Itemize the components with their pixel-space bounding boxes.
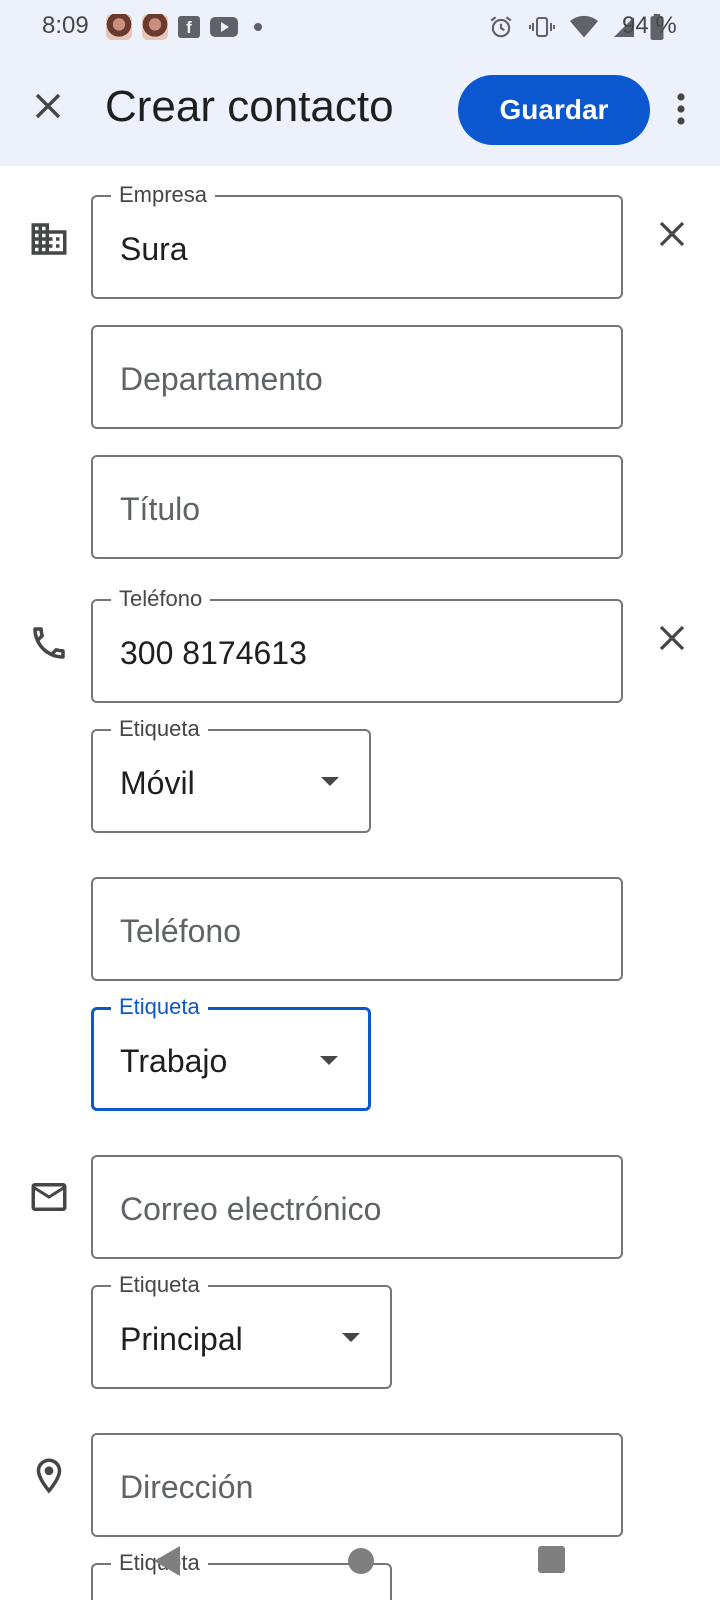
more-vert-icon bbox=[677, 93, 685, 125]
close-button[interactable] bbox=[28, 86, 68, 126]
phone-type-label: Etiqueta bbox=[111, 716, 208, 742]
address-field[interactable]: Dirección bbox=[91, 1433, 623, 1537]
phone-2-type-value: Trabajo bbox=[120, 1043, 228, 1079]
phone-type-value: Móvil bbox=[120, 765, 195, 801]
remove-phone-button[interactable] bbox=[652, 618, 692, 658]
email-field[interactable]: Correo electrónico bbox=[91, 1155, 623, 1259]
notification-icons: f bbox=[106, 14, 262, 40]
company-label: Empresa bbox=[111, 182, 216, 208]
app-bar: Crear contacto Guardar bbox=[0, 56, 720, 166]
phone-label: Teléfono bbox=[111, 586, 211, 612]
avatar-icon bbox=[106, 14, 132, 40]
status-time: 8:09 bbox=[42, 12, 89, 39]
remove-company-button[interactable] bbox=[652, 214, 692, 254]
wifi-icon bbox=[570, 15, 598, 38]
phone-icon bbox=[28, 622, 70, 664]
navigation-bar bbox=[0, 1530, 720, 1600]
company-field[interactable]: Empresa Sura bbox=[91, 182, 623, 299]
phone-2-type-label: Etiqueta bbox=[111, 994, 208, 1020]
chevron-down-icon bbox=[321, 777, 339, 786]
phone-2-type-select[interactable]: Etiqueta Trabajo bbox=[91, 994, 371, 1111]
department-placeholder: Departamento bbox=[120, 361, 323, 397]
email-type-value: Principal bbox=[120, 1321, 243, 1357]
phone-field-2[interactable]: Teléfono bbox=[91, 877, 623, 981]
youtube-icon bbox=[210, 17, 238, 37]
business-icon bbox=[28, 218, 70, 260]
page-title: Crear contacto bbox=[105, 82, 394, 131]
save-button[interactable]: Guardar bbox=[458, 75, 650, 145]
alarm-icon bbox=[490, 16, 512, 38]
close-icon bbox=[659, 625, 685, 651]
email-type-label: Etiqueta bbox=[111, 1272, 208, 1298]
chevron-down-icon bbox=[320, 1056, 338, 1065]
close-icon bbox=[659, 221, 685, 247]
dot-icon bbox=[254, 23, 262, 31]
facebook-icon: f bbox=[178, 16, 200, 38]
phone-type-select[interactable]: Etiqueta Móvil bbox=[91, 716, 371, 833]
email-type-select[interactable]: Etiqueta Principal bbox=[91, 1272, 392, 1389]
avatar-icon bbox=[142, 14, 168, 40]
battery-percent: 94 % bbox=[622, 12, 677, 39]
email-placeholder: Correo electrónico bbox=[120, 1191, 382, 1227]
phone-field[interactable]: Teléfono 300 8174613 bbox=[91, 586, 623, 703]
back-icon[interactable] bbox=[154, 1546, 180, 1576]
phone-value: 300 8174613 bbox=[120, 635, 307, 671]
company-value: Sura bbox=[120, 231, 188, 267]
address-placeholder: Dirección bbox=[120, 1469, 254, 1505]
department-field[interactable]: Departamento bbox=[91, 325, 623, 429]
close-icon bbox=[35, 93, 61, 119]
status-bar: 8:09 f 94 % bbox=[0, 0, 720, 56]
recent-apps-icon[interactable] bbox=[538, 1546, 565, 1573]
location-icon bbox=[28, 1455, 70, 1497]
phone-2-placeholder: Teléfono bbox=[120, 913, 241, 949]
email-icon bbox=[28, 1176, 70, 1218]
more-options-button[interactable] bbox=[665, 86, 697, 132]
job-title-placeholder: Título bbox=[120, 491, 201, 527]
home-icon[interactable] bbox=[348, 1548, 374, 1574]
chevron-down-icon bbox=[342, 1333, 360, 1342]
job-title-field[interactable]: Título bbox=[91, 455, 623, 559]
vibrate-icon bbox=[529, 17, 555, 37]
